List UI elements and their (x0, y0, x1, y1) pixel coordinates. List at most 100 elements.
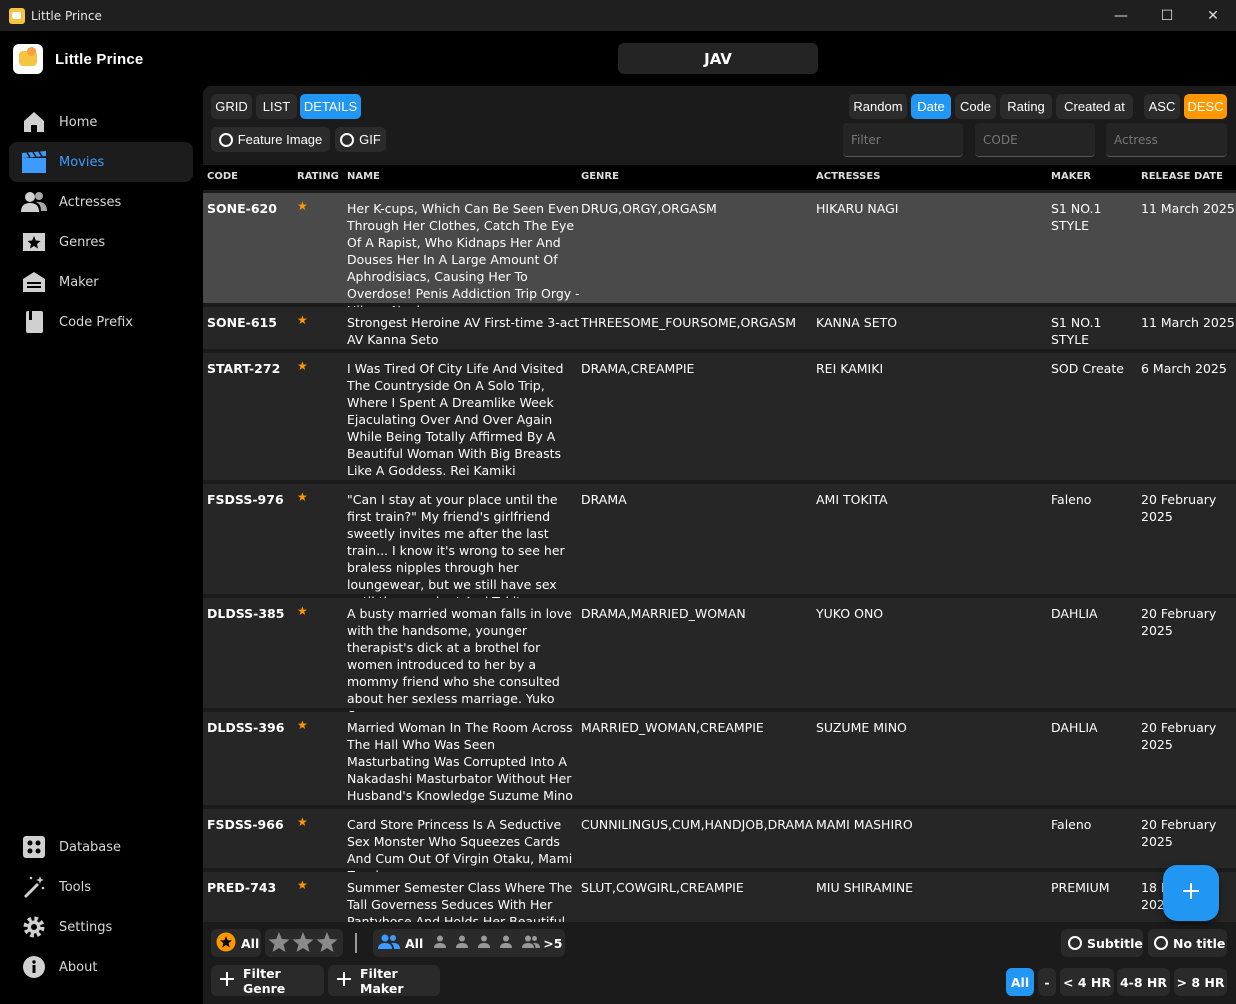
sidebar-label: About (59, 959, 98, 975)
rating-all-filter[interactable]: All (211, 929, 261, 957)
actress-more-label[interactable]: >5 (543, 936, 562, 951)
database-icon (21, 834, 47, 860)
subtitle-toggle[interactable]: Subtitle (1061, 929, 1143, 957)
add-movie-button[interactable] (1163, 865, 1219, 921)
sidebar-item-settings[interactable]: Settings (9, 907, 193, 947)
sidebar-item-code-prefix[interactable]: Code Prefix (9, 302, 193, 342)
sidebar-item-database[interactable]: Database (9, 827, 193, 867)
no-title-toggle[interactable]: No title (1148, 929, 1227, 957)
header-rating[interactable]: RATING (297, 171, 339, 182)
header-release-date[interactable]: RELEASE DATE (1141, 171, 1223, 182)
tab-jav[interactable]: JAV (618, 43, 818, 74)
gif-toggle[interactable]: GIF (335, 127, 386, 152)
people-icon (21, 189, 47, 215)
cell-maker: PREMIUM (1051, 880, 1110, 895)
duration-dash-button[interactable]: - (1038, 968, 1056, 996)
duration-all-button[interactable]: All (1006, 968, 1034, 996)
table-row[interactable]: START-272 ★ I Was Tired Of City Life And… (203, 353, 1236, 480)
sidebar-label: Movies (59, 154, 105, 170)
cell-maker: S1 NO.1 STYLE (1051, 201, 1102, 233)
rating-star-icon: ★ (297, 313, 308, 327)
cell-actresses: REI KAMIKI (816, 361, 884, 376)
header-genre[interactable]: GENRE (581, 171, 619, 182)
divider (355, 933, 357, 953)
rating-star-icon: ★ (297, 718, 308, 732)
star-2-icon[interactable] (291, 931, 315, 956)
sidebar-item-maker[interactable]: Maker (9, 262, 193, 302)
header-actresses[interactable]: ACTRESSES (816, 171, 880, 182)
rating-star-icon: ★ (297, 490, 308, 504)
sidebar-item-actresses[interactable]: Actresses (9, 182, 193, 222)
sidebar-item-tools[interactable]: Tools (9, 867, 193, 907)
magic-wand-icon (21, 874, 47, 900)
sidebar-item-home[interactable]: Home (9, 102, 193, 142)
view-list-button[interactable]: LIST (256, 94, 297, 119)
cell-release-date: 20 February 2025 (1141, 492, 1217, 524)
book-icon (21, 309, 47, 335)
sidebar-item-genres[interactable]: Genres (9, 222, 193, 262)
people-all-icon[interactable] (378, 934, 400, 953)
table-row[interactable]: DLDSS-385 ★ A busty married woman falls … (203, 598, 1236, 723)
cell-genre: DRAMA (581, 492, 627, 507)
duration-4to8-button[interactable]: 4-8 HR (1117, 968, 1170, 996)
sidebar-label: Genres (59, 234, 106, 250)
sidebar-label: Maker (59, 274, 99, 290)
radio-icon (340, 132, 355, 147)
radio-icon (218, 132, 233, 147)
sort-date-button[interactable]: Date (911, 94, 951, 119)
filter-input[interactable]: Filter (843, 123, 963, 157)
minimize-button[interactable]: — (1098, 0, 1144, 31)
cell-release-date: 20 February 2025 (1141, 606, 1217, 638)
cell-name: Married Woman In The Room Across The Hal… (347, 720, 573, 803)
duration-gt8-button[interactable]: > 8 HR (1174, 968, 1227, 996)
title-bar: Little Prince — ☐ ✕ (0, 0, 1236, 31)
feature-image-toggle[interactable]: Feature Image (211, 127, 330, 152)
rating-star-icon: ★ (297, 815, 308, 829)
cell-release-date: 6 March 2025 (1141, 361, 1227, 376)
cell-code: DLDSS-396 (207, 720, 285, 735)
sidebar-label: Database (59, 839, 122, 855)
view-details-button[interactable]: DETAILS (300, 94, 361, 119)
sort-asc-button[interactable]: ASC (1144, 94, 1180, 119)
table-row[interactable]: SONE-620 ★ Her K-cups, Which Can Be Seen… (203, 193, 1236, 318)
cell-actresses: YUKO ONO (816, 606, 884, 621)
table-row[interactable]: FSDSS-976 ★ "Can I stay at your place un… (203, 484, 1236, 609)
table-row[interactable]: DLDSS-396 ★ Married Woman In The Room Ac… (203, 712, 1236, 805)
filter-genre-button[interactable]: Filter Genre (211, 965, 324, 996)
header-name[interactable]: NAME (347, 171, 380, 182)
sort-code-button[interactable]: Code (955, 94, 996, 119)
sidebar-label: Code Prefix (59, 314, 133, 330)
table-row[interactable]: PRED-743 ★ Summer Semester Class Where T… (203, 872, 1236, 922)
sort-desc-button[interactable]: DESC (1184, 94, 1227, 119)
person-4-icon[interactable] (499, 935, 513, 952)
movies-panel: GRID LIST DETAILS Feature Image GIF Rand… (203, 86, 1236, 1004)
header-maker[interactable]: MAKER (1051, 171, 1091, 182)
filter-maker-button[interactable]: Filter Maker (328, 965, 440, 996)
person-1-icon[interactable] (433, 935, 447, 952)
sidebar-item-about[interactable]: About (9, 947, 193, 987)
sort-rating-button[interactable]: Rating (1000, 94, 1052, 119)
people-more-icon[interactable] (522, 935, 541, 952)
table-row[interactable]: FSDSS-966 ★ Card Store Princess Is A Sed… (203, 809, 1236, 883)
sort-created-at-button[interactable]: Created at (1056, 94, 1133, 119)
table-row[interactable]: SONE-615 ★ Strongest Heroine AV First-ti… (203, 307, 1236, 349)
person-2-icon[interactable] (455, 935, 469, 952)
cell-genre: DRUG,ORGY,ORGASM (581, 201, 717, 216)
code-input[interactable]: CODE (975, 123, 1095, 157)
person-3-icon[interactable] (477, 935, 491, 952)
sidebar-item-movies[interactable]: Movies (9, 142, 193, 182)
close-button[interactable]: ✕ (1190, 0, 1236, 31)
star-1-icon[interactable] (267, 931, 291, 956)
duration-lt4-button[interactable]: < 4 HR (1060, 968, 1114, 996)
star-3-icon[interactable] (315, 931, 339, 956)
view-grid-button[interactable]: GRID (211, 94, 252, 119)
actress-input[interactable]: Actress (1106, 123, 1227, 157)
rating-star-icon: ★ (297, 359, 308, 373)
maximize-button[interactable]: ☐ (1144, 0, 1190, 31)
sidebar-label: Tools (59, 879, 92, 895)
sort-random-button[interactable]: Random (849, 94, 907, 119)
cell-code: PRED-743 (207, 880, 277, 895)
cell-name: "Can I stay at your place until the firs… (347, 492, 565, 609)
actress-all-label[interactable]: All (405, 936, 423, 951)
header-code[interactable]: CODE (207, 171, 238, 182)
